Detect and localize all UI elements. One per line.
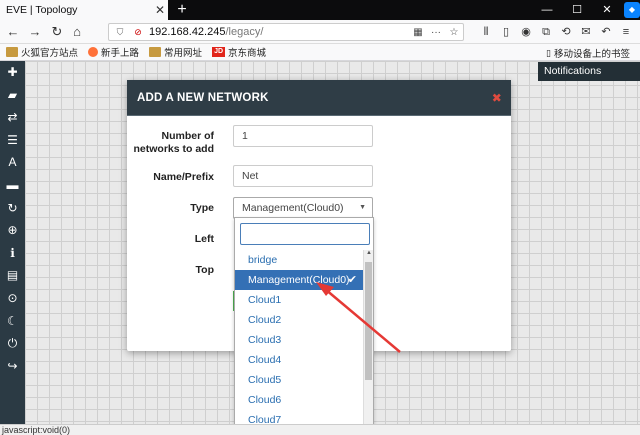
power-icon[interactable]: ⏻ [0,332,25,355]
dropdown-scrollbar[interactable]: ▲ ▼ [363,250,373,430]
account-icon[interactable]: ◉ [516,23,536,41]
forward-icon[interactable]: → [26,23,44,41]
type-select-value: Management(Cloud0) [242,202,344,214]
folder-icon [149,47,162,57]
bookmark-star-icon[interactable]: ☆ [445,27,463,38]
bookmark-label: 火狐官方站点 [21,48,79,59]
info-icon[interactable]: ℹ [0,242,25,265]
dropdown-option[interactable]: Cloud3 [235,330,365,350]
network-count-input[interactable]: 1 [233,125,373,147]
bookmark-label: 新手上路 [101,48,140,59]
count-label: Number of networks to add [133,130,214,155]
option-label: Management(Cloud0) [248,274,350,286]
type-dropdown: bridge Management(Cloud0) ✔ Cloud1 Cloud… [234,217,374,431]
bookmark-item[interactable]: 新手上路 [88,45,139,59]
folder-icon [6,47,18,57]
dropdown-option[interactable]: Cloud4 [235,350,365,370]
extension-icon[interactable]: ◆ [624,2,640,18]
jd-icon: JD [212,47,226,57]
startup-configs-icon[interactable]: ☰ [0,129,25,152]
add-object-icon[interactable]: ✚ [0,61,25,84]
dark-mode-icon[interactable]: ☾ [0,310,25,333]
close-window-button[interactable]: ✕ [592,0,622,20]
dropdown-option[interactable]: Cloud6 [235,390,365,410]
back-icon[interactable]: ← [4,23,22,41]
tab-title: EVE | Topology [6,4,78,16]
scrollbar-thumb[interactable] [365,262,372,380]
left-label: Left [194,233,214,245]
name-prefix-input[interactable]: Net [233,165,373,187]
close-icon[interactable]: ✖ [492,80,502,117]
notifications-panel[interactable]: Notifications [538,62,640,81]
window-controls: — ☐ ✕ [532,0,622,20]
top-label: Top [195,264,214,276]
bookmark-item[interactable]: 常用网址 [149,45,202,59]
url-host: 192.168.42.245 [149,26,226,38]
bookmark-label: 京东商城 [228,48,267,59]
dropdown-option[interactable]: bridge [235,250,365,270]
eve-sidebar: ✚ ▰ ⇄ ☰ A ▬ ↻ ⊕ ℹ ▤ ⊙ ☾ ⏻ ↪ [0,61,25,424]
home-icon[interactable]: ⌂ [68,23,86,41]
bookmarks-bar: 火狐官方站点 新手上路 常用网址 JD 京东商城 ▯ 移动设备上的书签 [0,44,640,61]
reload-icon[interactable]: ↻ [48,23,66,41]
url-bar[interactable]: ⛉ ⊘ 192.168.42.245/legacy/ ▦ ··· ☆ [108,23,464,41]
dropdown-search-input[interactable] [240,223,370,245]
text-object-icon[interactable]: A [0,151,25,174]
type-label: Type [190,202,214,214]
new-tab-button[interactable]: + [172,0,192,20]
mobile-bookmarks-label: 移动设备上的书签 [553,49,630,60]
modal-header: ADD A NEW NETWORK ✖ [127,80,511,116]
toolbar-right: ⫴ ▯ ◉ ⧉ ⟲ ✉ ↶ ≡ [476,23,636,41]
chevron-down-icon: ▼ [359,204,366,211]
insecure-lock-icon[interactable]: ⊘ [131,27,145,38]
bookmark-item[interactable]: 火狐官方站点 [6,45,78,59]
list-icon[interactable]: ▤ [0,264,25,287]
shield-icon[interactable]: ⛉ [113,27,127,38]
zoom-icon[interactable]: ⊕ [0,219,25,242]
firefox-icon [88,47,99,57]
bookmark-label: 常用网址 [164,48,203,59]
dropdown-option[interactable]: Cloud2 [235,310,365,330]
refresh-icon[interactable]: ↻ [0,197,25,220]
library-icon[interactable]: ⫴ [476,23,496,41]
mobile-bookmarks[interactable]: ▯ 移动设备上的书签 [546,46,630,61]
modal-title: ADD A NEW NETWORK [137,92,269,104]
bookmark-item[interactable]: JD 京东商城 [212,45,266,59]
dropdown-option[interactable]: Cloud5 [235,370,365,390]
tab-close-icon[interactable]: ✕ [152,3,168,17]
check-icon: ✔ [347,274,357,286]
qr-code-icon[interactable]: ▦ [409,27,427,38]
lock-icon[interactable]: ⊙ [0,287,25,310]
prefix-label: Name/Prefix [153,171,214,183]
undo-icon[interactable]: ↶ [596,23,616,41]
browser-tab[interactable]: EVE | Topology ✕ [0,0,168,20]
logout-icon[interactable]: ↪ [0,355,25,378]
nodes-icon[interactable]: ▰ [0,84,25,107]
url-path: /legacy/ [225,26,264,38]
dropdown-option[interactable]: Cloud1 [235,290,365,310]
menu-icon[interactable]: ≡ [616,23,636,41]
sidebar-toggle-icon[interactable]: ▯ [496,23,516,41]
browser-navbar: ← → ↻ ⌂ ⛉ ⊘ 192.168.42.245/legacy/ ▦ ···… [0,20,640,44]
networks-icon[interactable]: ⇄ [0,106,25,129]
more-actions-icon[interactable]: ··· [427,27,445,38]
mobile-device-icon: ▯ [546,47,551,58]
dropdown-options: bridge Management(Cloud0) ✔ Cloud1 Cloud… [235,250,365,430]
browser-tab-bar: EVE | Topology ✕ + — ☐ ✕ ◆ [0,0,640,20]
minimize-button[interactable]: — [532,0,562,20]
scroll-up-icon[interactable]: ▲ [364,250,374,256]
screenshot-icon[interactable]: ⧉ [536,23,556,41]
sync-icon[interactable]: ⟲ [556,23,576,41]
topology-icon[interactable]: ▬ [0,174,25,197]
chat-icon[interactable]: ✉ [576,23,596,41]
maximize-button[interactable]: ☐ [562,0,592,20]
type-select[interactable]: Management(Cloud0) ▼ [233,197,373,219]
status-bar: javascript:void(0) [0,424,640,435]
dropdown-option-selected[interactable]: Management(Cloud0) ✔ [235,270,365,290]
